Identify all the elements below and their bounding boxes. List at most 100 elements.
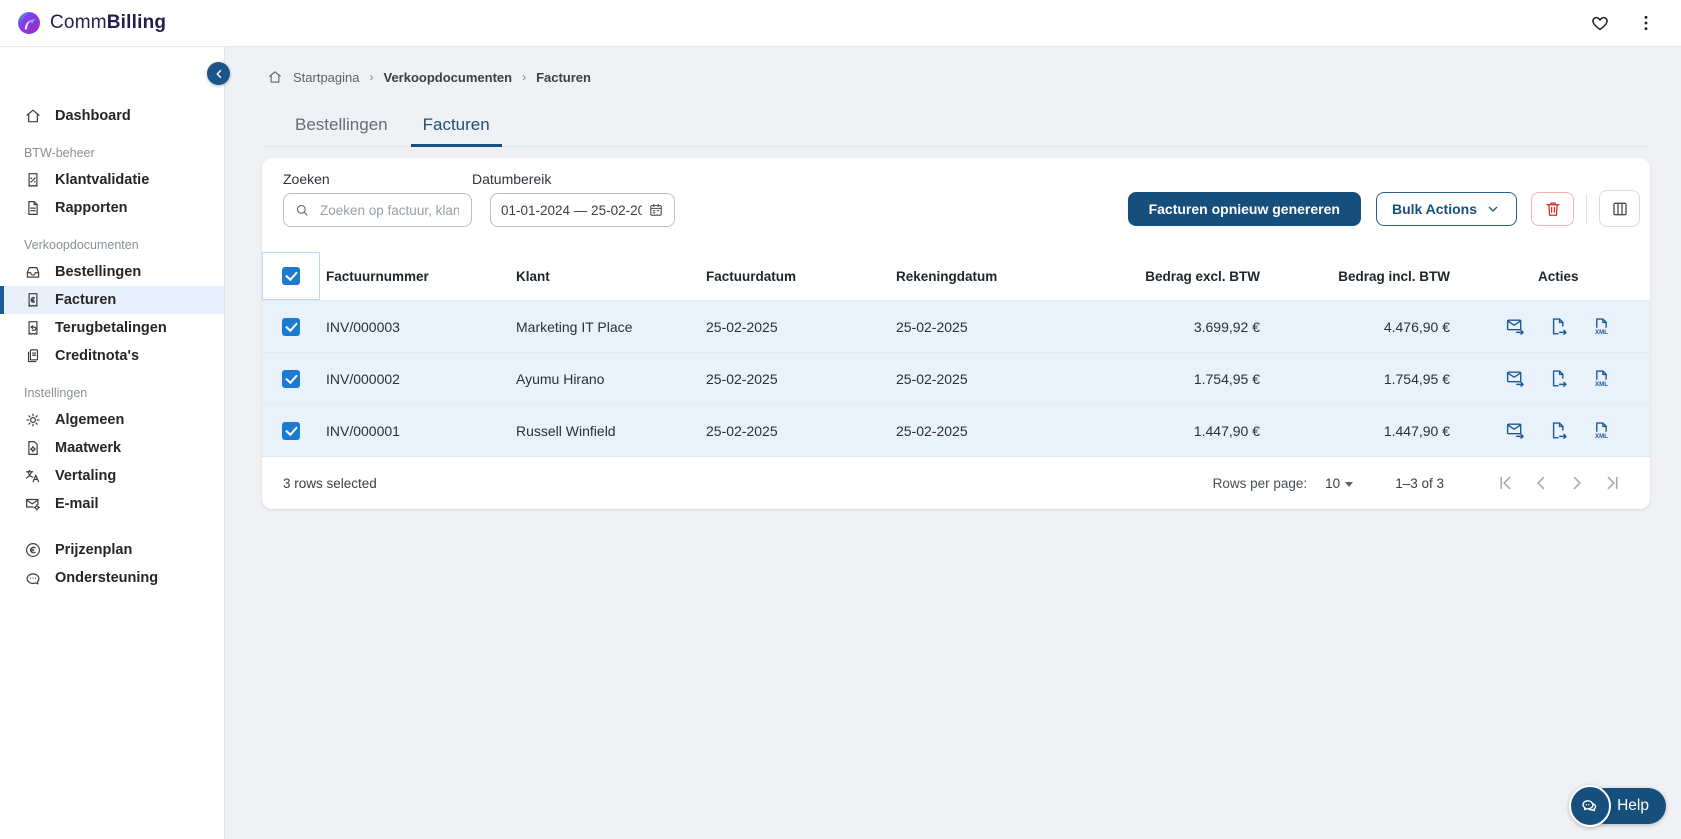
- sidebar-item-algemeen[interactable]: Algemeen: [0, 406, 224, 434]
- last-page-button[interactable]: [1602, 472, 1624, 494]
- euro-circle-icon: [24, 541, 42, 559]
- next-page-button[interactable]: [1566, 472, 1588, 494]
- column-header-klant[interactable]: Klant: [510, 269, 700, 284]
- help-label: Help: [1617, 797, 1649, 814]
- sidebar-item-klantvalidatie[interactable]: Klantvalidatie: [0, 166, 224, 194]
- row-checkbox[interactable]: [282, 421, 300, 440]
- row-actions: XML: [1460, 316, 1650, 337]
- table-footer: 3 rows selected Rows per page: 10 1–3 of…: [262, 456, 1650, 509]
- cell-invoice-date: 25-02-2025: [706, 422, 778, 439]
- xml-file-icon: XML: [1591, 368, 1612, 389]
- column-header-rekeningdatum[interactable]: Rekeningdatum: [890, 269, 1080, 284]
- cell-billing-date: 25-02-2025: [896, 318, 968, 335]
- app-root: CommBilling Dashboard BTW-beheer Klantvali…: [0, 0, 1681, 839]
- row-actions: XML: [1460, 368, 1650, 389]
- columns-button[interactable]: [1599, 190, 1640, 227]
- column-header-bedrag-excl-btw[interactable]: Bedrag excl. BTW: [1080, 269, 1270, 284]
- search-input[interactable]: [318, 201, 461, 219]
- receipt-euro-icon: [24, 291, 42, 309]
- sidebar-section-instellingen: Instellingen: [24, 386, 88, 400]
- cell-amount-incl-btw: 1.447,90 €: [1383, 422, 1450, 439]
- previous-page-button[interactable]: [1530, 472, 1552, 494]
- rows-selected-text: 3 rows selected: [283, 475, 377, 491]
- svg-text:XML: XML: [1595, 329, 1608, 336]
- sidebar-item-vertaling[interactable]: Vertaling: [0, 462, 224, 490]
- row-checkbox-cell: [262, 353, 320, 404]
- search-label: Zoeken: [283, 171, 330, 187]
- send-mail-button[interactable]: [1505, 368, 1526, 389]
- export-file-button[interactable]: [1548, 420, 1569, 441]
- sidebar: Dashboard BTW-beheer Klantvalidatie Rapport…: [0, 47, 230, 839]
- xml-file-button[interactable]: XML: [1591, 368, 1612, 389]
- breadcrumb-separator: ›: [522, 70, 527, 84]
- sidebar-item-dashboard[interactable]: Dashboard: [0, 102, 224, 130]
- first-page-button[interactable]: [1494, 472, 1516, 494]
- column-header-factuurdatum[interactable]: Factuurdatum: [700, 269, 890, 284]
- sidebar-item-label: Rapporten: [55, 200, 128, 216]
- cell-client: Ayumu Hirano: [516, 370, 605, 387]
- sidebar-item-prijzenplan[interactable]: Prijzenplan: [0, 536, 224, 564]
- xml-file-button[interactable]: XML: [1591, 316, 1612, 337]
- regenerate-invoices-button[interactable]: Facturen opnieuw genereren: [1127, 191, 1361, 226]
- brand[interactable]: CommBilling: [17, 11, 166, 35]
- cell-invoice-number: INV/000003: [326, 318, 400, 335]
- row-checkbox[interactable]: [282, 317, 300, 336]
- sidebar-item-creditnota-s[interactable]: Creditnota's: [0, 342, 224, 370]
- export-file-button[interactable]: [1548, 368, 1569, 389]
- send-mail-button[interactable]: [1505, 420, 1526, 441]
- search-field: [283, 193, 472, 227]
- row-checkbox[interactable]: [282, 369, 300, 388]
- overflow-menu-button[interactable]: [1633, 10, 1659, 36]
- breadcrumb-verkoopdocumenten[interactable]: Verkoopdocumenten: [384, 70, 513, 85]
- sidebar-item-facturen[interactable]: Facturen: [0, 286, 224, 314]
- invoices-card: Zoeken Datumbereik 01-01-2024 — 25-02-20…: [262, 158, 1650, 509]
- column-header-factuurnummer[interactable]: Factuurnummer: [320, 269, 510, 284]
- breadcrumb-facturen[interactable]: Facturen: [536, 70, 591, 85]
- sidebar-section-btw-beheer: BTW-beheer: [24, 146, 95, 160]
- topbar: CommBilling: [0, 0, 1681, 47]
- send-mail-icon: [1505, 316, 1526, 337]
- sidebar-item-rapporten[interactable]: Rapporten: [0, 194, 224, 222]
- sidebar-item-label: Vertaling: [55, 468, 117, 484]
- tab-bestellingen[interactable]: Bestellingen: [283, 105, 400, 147]
- tab-facturen[interactable]: Facturen: [410, 105, 502, 147]
- bulk-actions-button[interactable]: Bulk Actions: [1375, 191, 1517, 226]
- sidebar-item-terugbetalingen[interactable]: Terugbetalingen: [0, 314, 224, 342]
- xml-file-button[interactable]: XML: [1591, 420, 1612, 441]
- cell-client: Russell Winfield: [516, 422, 616, 439]
- sidebar-item-label: Klantvalidatie: [55, 172, 150, 188]
- column-header-acties: Acties: [1538, 268, 1579, 284]
- cell-amount-incl-btw: 1.754,95 €: [1383, 370, 1450, 387]
- row-checkbox-cell: [262, 301, 320, 352]
- support-icon: [24, 569, 42, 587]
- rows-per-page-label: Rows per page:: [1212, 475, 1308, 491]
- export-file-button[interactable]: [1548, 316, 1569, 337]
- date-range-field[interactable]: 01-01-2024 — 25-02-202: [490, 193, 675, 227]
- cell-amount-excl-btw: 1.754,95 €: [1193, 370, 1260, 387]
- sidebar-item-label: E-mail: [55, 496, 99, 512]
- cell-client: Marketing IT Place: [516, 318, 633, 335]
- sidebar-item-maatwerk[interactable]: Maatwerk: [0, 434, 224, 462]
- brand-name: CommBilling: [50, 12, 167, 33]
- favorites-button[interactable]: [1587, 10, 1613, 36]
- sidebar-item-label: Bestellingen: [55, 264, 142, 280]
- sidebar-item-ondersteuning[interactable]: Ondersteuning: [0, 564, 224, 592]
- sidebar-item-e-mail[interactable]: E-mail: [0, 490, 224, 518]
- select-all-checkbox[interactable]: [282, 267, 300, 285]
- column-header-bedrag-incl-btw[interactable]: Bedrag incl. BTW: [1270, 269, 1460, 284]
- sidebar-item-bestellingen[interactable]: Bestellingen: [0, 258, 224, 286]
- send-mail-button[interactable]: [1505, 316, 1526, 337]
- breadcrumb: Startpagina › Verkoopdocumenten › Factur…: [262, 69, 1681, 85]
- pagination: [1494, 472, 1624, 494]
- send-mail-icon: [1505, 420, 1526, 441]
- delete-button[interactable]: [1531, 191, 1574, 226]
- sidebar-collapse-button[interactable]: [207, 62, 230, 85]
- breadcrumb-startpagina[interactable]: Startpagina: [293, 70, 360, 85]
- help-button[interactable]: Help: [1569, 785, 1666, 827]
- cell-invoice-number: INV/000001: [326, 422, 400, 439]
- trash-icon: [1543, 199, 1563, 219]
- xml-file-icon: XML: [1591, 316, 1612, 337]
- rows-per-page-select[interactable]: 10: [1325, 476, 1354, 491]
- cell-invoice-date: 25-02-2025: [706, 318, 778, 335]
- chevron-down-icon: [1485, 201, 1501, 217]
